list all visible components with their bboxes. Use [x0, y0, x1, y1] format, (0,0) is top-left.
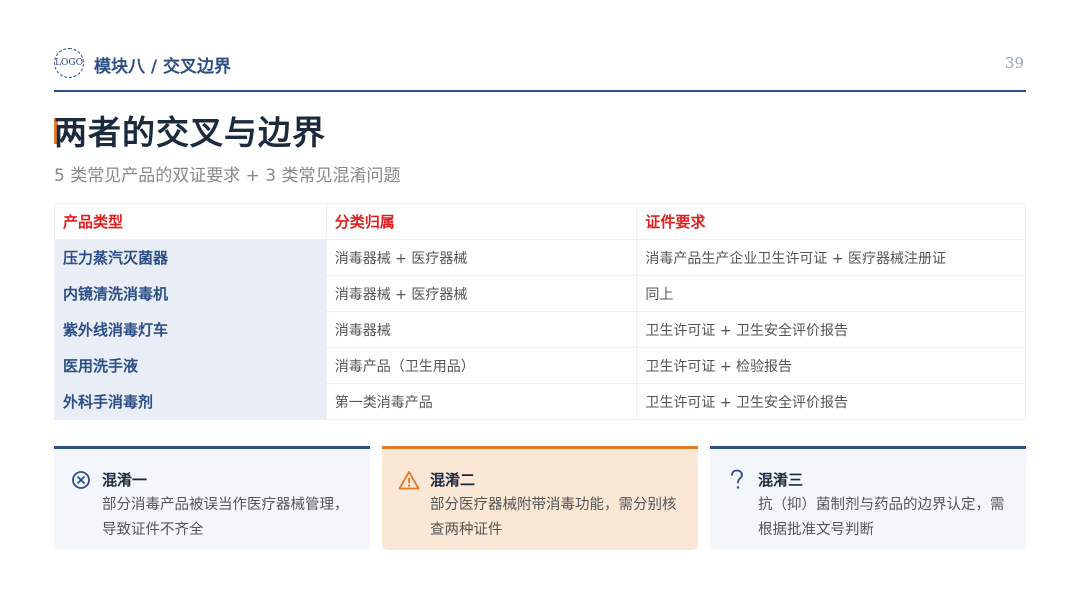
certificate-cell: 卫生许可证 + 卫生安全评价报告 — [636, 383, 1026, 420]
table-header-row: 产品类型 分类归属 证件要求 — [54, 203, 1026, 240]
certificate-cell: 卫生许可证 + 检验报告 — [636, 347, 1026, 384]
circle-x-icon — [70, 469, 92, 491]
product-type-cell: 内镜清洗消毒机 — [54, 275, 327, 312]
classification-cell: 消毒器械 + 医疗器械 — [325, 275, 638, 312]
page-title: 两者的交叉与边界 — [54, 113, 326, 152]
card-heading: 混淆一 — [102, 471, 148, 489]
classification-cell: 消毒器械 — [325, 311, 638, 348]
product-type-cell: 紫外线消毒灯车 — [54, 311, 327, 348]
certificate-cell: 消毒产品生产企业卫生许可证 + 医疗器械注册证 — [636, 239, 1026, 276]
table-row: 医用洗手液 消毒产品（卫生用品） 卫生许可证 + 检验报告 — [54, 347, 1026, 384]
table-row: 压力蒸汽灭菌器 消毒器械 + 医疗器械 消毒产品生产企业卫生许可证 + 医疗器械… — [54, 239, 1026, 276]
classification-cell: 第一类消毒产品 — [325, 383, 638, 420]
column-header-certificates: 证件要求 — [636, 203, 1026, 240]
card-body: 部分医疗器械附带消毒功能，需分别核查两种证件 — [430, 497, 677, 538]
table-row: 外科手消毒剂 第一类消毒产品 卫生许可证 + 卫生安全评价报告 — [54, 383, 1026, 420]
table-row: 内镜清洗消毒机 消毒器械 + 医疗器械 同上 — [54, 275, 1026, 312]
card-body: 抗（抑）菌制剂与药品的边界认定，需根据批准文号判断 — [758, 497, 1005, 538]
requirements-table: 产品类型 分类归属 证件要求 压力蒸汽灭菌器 消毒器械 + 医疗器械 消毒产品生… — [54, 203, 1026, 420]
column-header-product-type: 产品类型 — [54, 203, 327, 240]
classification-cell: 消毒产品（卫生用品） — [325, 347, 638, 384]
confusion-card-3: 混淆三 抗（抑）菌制剂与药品的边界认定，需根据批准文号判断 — [710, 446, 1026, 550]
confusion-card-2: 混淆二 部分医疗器械附带消毒功能，需分别核查两种证件 — [382, 446, 698, 550]
certificate-cell: 卫生许可证 + 卫生安全评价报告 — [636, 311, 1026, 348]
logo: LOGO — [54, 48, 84, 78]
slide-header: LOGO 模块八 / 交叉边界 39 — [54, 46, 1026, 92]
page-number: 39 — [1004, 54, 1024, 72]
certificate-cell: 同上 — [636, 275, 1026, 312]
product-type-cell: 医用洗手液 — [54, 347, 327, 384]
card-heading: 混淆二 — [430, 471, 476, 489]
question-mark-icon — [726, 469, 748, 491]
warning-triangle-icon — [398, 469, 420, 491]
product-type-cell: 外科手消毒剂 — [54, 383, 327, 420]
page-subtitle: 5 类常见产品的双证要求 + 3 类常见混淆问题 — [54, 166, 401, 186]
table-row: 紫外线消毒灯车 消毒器械 卫生许可证 + 卫生安全评价报告 — [54, 311, 1026, 348]
confusion-card-1: 混淆一 部分消毒产品被误当作医疗器械管理，导致证件不齐全 — [54, 446, 370, 550]
card-body: 部分消毒产品被误当作医疗器械管理，导致证件不齐全 — [102, 497, 349, 538]
column-header-classification: 分类归属 — [325, 203, 638, 240]
product-type-cell: 压力蒸汽灭菌器 — [54, 239, 327, 276]
card-heading: 混淆三 — [758, 471, 804, 489]
classification-cell: 消毒器械 + 医疗器械 — [325, 239, 638, 276]
module-title: 模块八 / 交叉边界 — [94, 57, 232, 77]
